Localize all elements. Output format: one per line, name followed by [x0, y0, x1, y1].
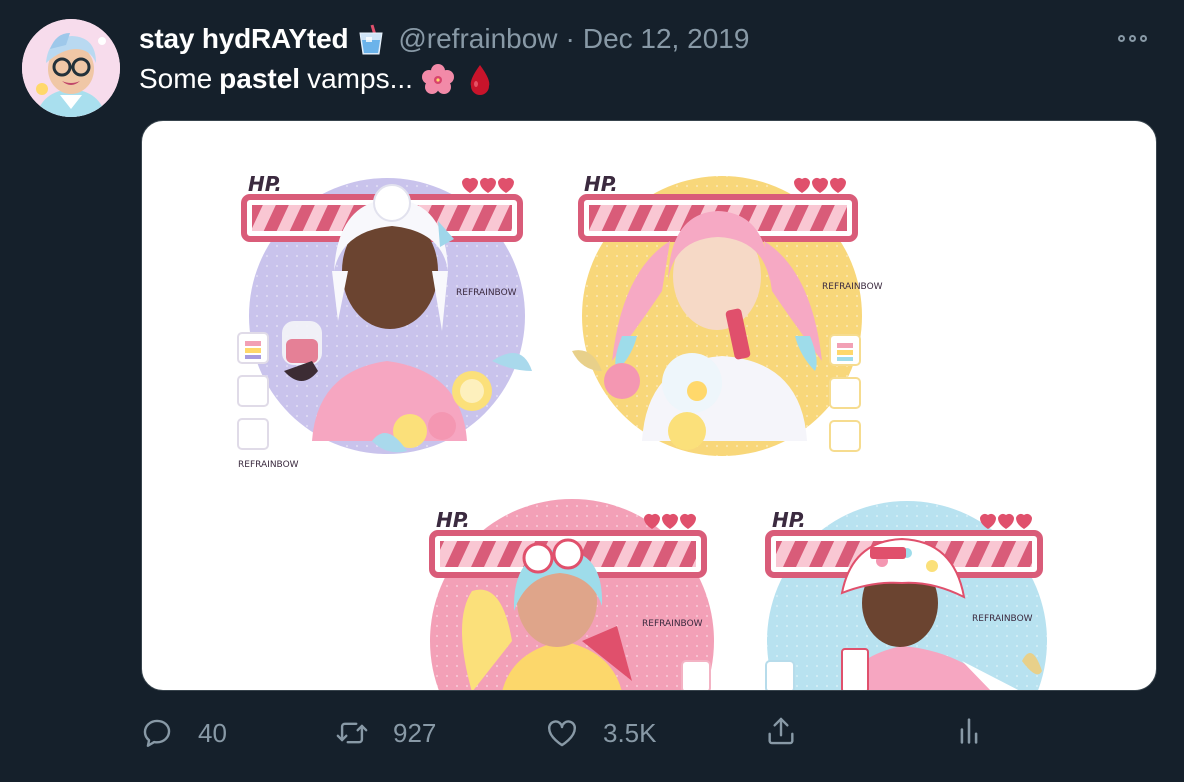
hp-label: HP. [772, 508, 806, 532]
vampire-card-1: HP. REFRAINBOW REFRAINBOW [237, 172, 532, 470]
display-name[interactable]: stay hydRAYted [139, 23, 349, 55]
hearts-icon [794, 177, 846, 193]
tweet-actions: 40 927 3.5K [0, 712, 1184, 756]
analytics-icon [960, 718, 978, 744]
hearts-icon [980, 513, 1032, 529]
analytics-button[interactable] [952, 714, 986, 748]
reply-button[interactable]: 40 [140, 716, 227, 750]
watermark: REFRAINBOW [822, 282, 883, 292]
vampire-card-3: HP. REFRAINBOW [429, 499, 714, 690]
more-options-icon[interactable] [1118, 28, 1150, 48]
watermark: REFRAINBOW [642, 619, 703, 629]
blood-drop-emoji-icon [463, 62, 497, 96]
tweet-text: Some pastel vamps... [139, 62, 497, 96]
like-count: 3.5K [603, 717, 657, 748]
hearts-icon [644, 513, 696, 529]
like-button[interactable]: 3.5K [545, 716, 657, 750]
hp-label: HP. [436, 508, 470, 532]
tweet-text-bold: pastel [219, 63, 301, 94]
avatar-image [22, 19, 120, 117]
tweet-text-end: vamps... [307, 63, 413, 94]
share-icon [768, 717, 794, 745]
retweet-button[interactable]: 927 [335, 716, 436, 750]
retweet-count: 927 [393, 717, 437, 748]
hp-label: HP. [248, 172, 282, 196]
tweet-text-start: Some [139, 63, 213, 94]
hp-label: HP. [584, 172, 618, 196]
reply-icon [143, 719, 171, 747]
reply-count: 40 [198, 717, 227, 748]
watermark-2: REFRAINBOW [238, 460, 299, 470]
vampire-card-2: HP. REFRAINBOW [572, 172, 883, 456]
share-button[interactable] [764, 714, 798, 748]
watermark: REFRAINBOW [972, 614, 1033, 624]
heart-icon [548, 720, 576, 747]
separator-dot: · [565, 23, 575, 54]
cup-emoji-icon [358, 23, 384, 55]
retweet-icon [336, 722, 368, 744]
hearts-icon [462, 177, 514, 193]
hibiscus-emoji-icon [421, 62, 455, 96]
tweet-header: stay hydRAYted @refrainbow · Dec 12, 201… [139, 20, 749, 58]
tweet-media-image[interactable]: HP. REFRAINBOW REFRAINBOW HP. REFRAINBOW… [141, 120, 1157, 691]
avatar[interactable] [22, 19, 120, 117]
tweet-date[interactable]: Dec 12, 2019 [583, 23, 750, 55]
handle[interactable]: @refrainbow [398, 23, 557, 55]
vampire-card-4: HP. REFRAINBOW [765, 501, 1047, 690]
watermark: REFRAINBOW [456, 288, 517, 298]
